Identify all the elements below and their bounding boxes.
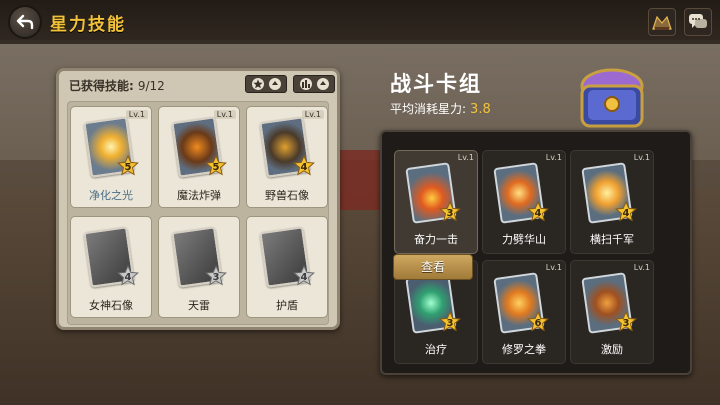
treasure-chest-icon[interactable] xyxy=(572,60,652,140)
skill-card-locked[interactable]: 4 女神石像 xyxy=(70,216,152,318)
star-cost-icon: 6 xyxy=(527,311,549,332)
star-cost-value: 4 xyxy=(301,272,308,283)
sort-arrow-up-icon xyxy=(268,78,281,90)
skill-name: 天雷 xyxy=(188,299,210,312)
card-name: 修罗之拳 xyxy=(502,343,546,356)
star-cost-value: 3 xyxy=(447,208,454,219)
back-button[interactable] xyxy=(8,5,42,39)
star-cost-icon: 4 xyxy=(527,201,549,222)
star-cost-icon: 4 xyxy=(293,265,315,286)
star-cost-icon: 4 xyxy=(615,201,637,222)
star-cost-value: 6 xyxy=(535,318,542,329)
deck-card-selected[interactable]: Lv.1 3 奋力一击 xyxy=(394,150,478,254)
average-cost-row: 平均消耗星力: 3.8 xyxy=(390,100,491,117)
skills-grid: Lv.1 5 净化之光 Lv.1 5 魔法炸弹 Lv.1 4 野兽石像 4 女神… xyxy=(67,101,329,325)
skills-panel: 已获得技能: 9/12 Lv.1 5 净化之光 Lv.1 5 魔法炸弹 Lv.1… xyxy=(56,68,340,330)
star-cost-value: 3 xyxy=(213,272,220,283)
star-sort-icon xyxy=(251,78,264,90)
skill-name: 女神石像 xyxy=(89,299,133,312)
star-cost-value: 4 xyxy=(535,208,542,219)
level-badge: Lv.1 xyxy=(213,110,236,119)
skill-name: 魔法炸弹 xyxy=(177,189,221,202)
star-cost-icon: 3 xyxy=(205,265,227,286)
star-cost-value: 4 xyxy=(301,162,308,173)
star-cost-value: 3 xyxy=(623,318,630,329)
acquired-skills-label: 已获得技能: 9/12 xyxy=(69,77,165,94)
skill-card[interactable]: Lv.1 4 野兽石像 xyxy=(246,106,328,208)
card-name: 激励 xyxy=(601,343,623,356)
deck-title: 战斗卡组 xyxy=(390,72,482,96)
top-bar: 星力技能 xyxy=(0,0,720,44)
skill-name: 净化之光 xyxy=(89,189,133,202)
level-badge: Lv.1 xyxy=(301,110,324,119)
card-name: 治疗 xyxy=(425,343,447,356)
star-cost-value: 5 xyxy=(213,162,220,173)
star-cost-icon: 3 xyxy=(439,201,461,222)
deck-card[interactable]: Lv.1 6 修罗之拳 xyxy=(482,260,566,364)
skill-name: 野兽石像 xyxy=(265,189,309,202)
view-card-button[interactable]: 查看 xyxy=(393,254,473,280)
sort-by-star-button[interactable] xyxy=(245,75,287,93)
card-name: 力劈华山 xyxy=(502,233,546,246)
deck-card[interactable]: Lv.1 4 力劈华山 xyxy=(482,150,566,254)
card-name: 奋力一击 xyxy=(414,233,458,246)
average-cost-value: 3.8 xyxy=(470,102,491,117)
level-badge: Lv.1 xyxy=(633,263,650,272)
level-badge: Lv.1 xyxy=(633,153,650,162)
acquired-count: 9/12 xyxy=(137,79,165,93)
skill-name: 护盾 xyxy=(276,299,298,312)
star-cost-icon: 5 xyxy=(117,155,139,176)
star-cost-value: 4 xyxy=(125,272,132,283)
skill-card[interactable]: Lv.1 5 魔法炸弹 xyxy=(158,106,240,208)
back-arrow-icon xyxy=(16,14,34,30)
level-badge: Lv.1 xyxy=(125,110,148,119)
ranking-icon xyxy=(652,15,672,30)
card-name: 横扫千军 xyxy=(590,233,634,246)
star-cost-value: 3 xyxy=(447,318,454,329)
star-cost-value: 5 xyxy=(125,162,132,173)
sort-arrow-up-icon xyxy=(316,78,329,90)
skill-card-locked[interactable]: 4 护盾 xyxy=(246,216,328,318)
deck-card[interactable]: Lv.1 3 激励 xyxy=(570,260,654,364)
deck-card[interactable]: Lv.1 4 横扫千军 xyxy=(570,150,654,254)
star-cost-icon: 4 xyxy=(117,265,139,286)
level-badge: Lv.1 xyxy=(545,153,562,162)
level-badge: Lv.1 xyxy=(545,263,562,272)
page-title: 星力技能 xyxy=(50,15,126,35)
star-cost-value: 4 xyxy=(623,208,630,219)
skill-card-locked[interactable]: 3 天雷 xyxy=(158,216,240,318)
average-cost-label: 平均消耗星力: xyxy=(390,102,467,116)
acquired-label-text: 已获得技能: xyxy=(69,79,134,93)
level-badge: Lv.1 xyxy=(457,153,474,162)
star-cost-icon: 3 xyxy=(439,311,461,332)
chat-icon xyxy=(689,14,707,28)
bar-sort-icon xyxy=(299,78,312,90)
battle-deck-panel: Lv.1 3 奋力一击 Lv.1 4 力劈华山 Lv.1 4 横扫千军 3 治疗… xyxy=(380,130,692,375)
star-cost-icon: 5 xyxy=(205,155,227,176)
skill-card[interactable]: Lv.1 5 净化之光 xyxy=(70,106,152,208)
chat-button[interactable] xyxy=(684,8,712,36)
star-cost-icon: 3 xyxy=(615,311,637,332)
ranking-button[interactable] xyxy=(648,8,676,36)
sort-by-cost-button[interactable] xyxy=(293,75,335,93)
star-cost-icon: 4 xyxy=(293,155,315,176)
